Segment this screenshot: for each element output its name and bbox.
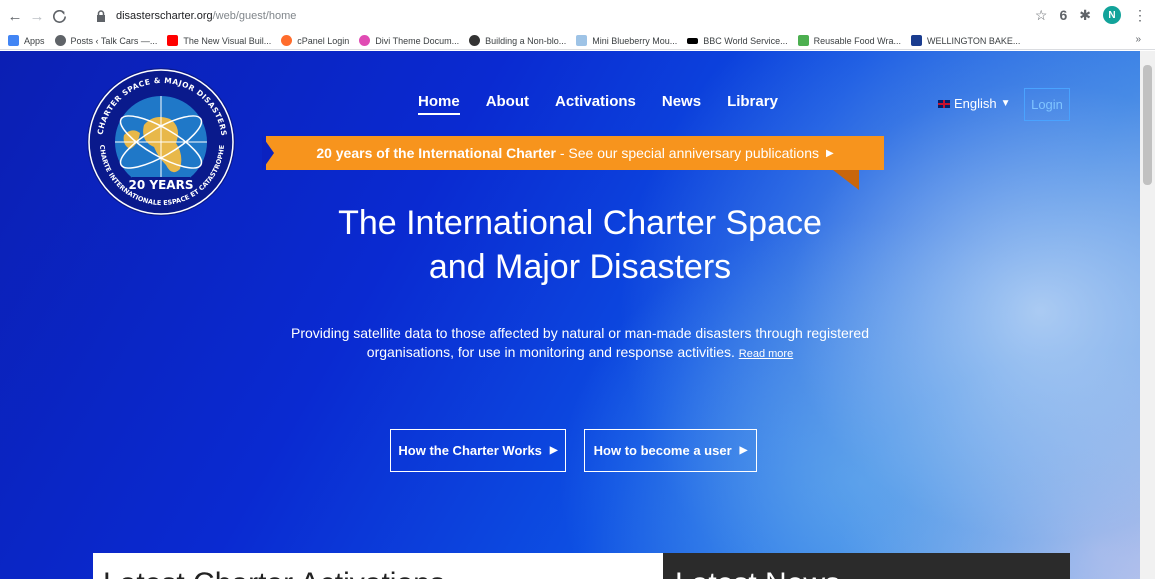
language-label: English xyxy=(954,96,997,111)
banner-fold xyxy=(833,170,859,190)
blueberry-icon xyxy=(576,35,588,46)
nav-about[interactable]: About xyxy=(486,93,529,115)
bookmark-label: Mini Blueberry Mou... xyxy=(592,35,678,46)
youtube-icon xyxy=(167,35,179,46)
bookmark-label: Divi Theme Docum... xyxy=(375,35,460,46)
cta-label: How to become a user xyxy=(593,443,732,458)
language-selector[interactable]: English ▼ xyxy=(938,96,1011,111)
play-triangle-icon: ▶ xyxy=(549,445,558,456)
caret-down-icon: ▼ xyxy=(1000,98,1011,109)
lock-icon xyxy=(96,10,108,22)
bookmark-item[interactable]: Divi Theme Docum... xyxy=(359,35,459,46)
card-heading: Latest News xyxy=(675,567,840,579)
url-host: disasterscharter.org xyxy=(116,10,213,22)
become-user-button[interactable]: How to become a user ▶ xyxy=(584,429,757,472)
bookmarks-overflow-icon[interactable]: » xyxy=(1135,34,1141,45)
page-title: The International Charter Space and Majo… xyxy=(300,201,860,289)
scrollbar-thumb[interactable] xyxy=(1143,65,1152,185)
logo-badge: 20 YEARS xyxy=(129,178,194,192)
cpanel-icon xyxy=(281,35,293,46)
reload-icon[interactable] xyxy=(48,5,70,27)
nav-news[interactable]: News xyxy=(662,93,701,115)
extension-icon[interactable]: 6 xyxy=(1059,7,1067,23)
bookmark-label: Reusable Food Wra... xyxy=(813,35,901,46)
latest-activations-card: Latest Charter Activations xyxy=(93,553,663,579)
bookmark-item[interactable]: The New Visual Buil... xyxy=(167,35,271,46)
login-button[interactable]: Login xyxy=(1024,88,1070,121)
url-path: /web/guest/home xyxy=(212,10,297,22)
bookmark-label: Building a Non-blo... xyxy=(485,35,567,46)
play-triangle-icon: ▶ xyxy=(739,445,748,456)
cta-label: How the Charter Works xyxy=(398,443,542,458)
address-bar[interactable]: disasterscharter.org/web/guest/home xyxy=(96,5,1026,27)
bookmark-item[interactable]: cPanel Login xyxy=(281,35,349,46)
diy-icon xyxy=(797,35,809,46)
bookmark-apps[interactable]: Apps xyxy=(8,35,45,46)
star-icon[interactable]: ☆ xyxy=(1035,7,1048,24)
uk-flag-icon xyxy=(938,99,950,108)
card-heading: Latest Charter Activations xyxy=(103,567,445,579)
bookmark-label: The New Visual Buil... xyxy=(183,35,272,46)
divi-icon xyxy=(359,35,371,46)
title-line-1: The International Charter Space xyxy=(338,204,822,242)
play-triangle-icon: ▶ xyxy=(825,147,834,159)
bookmark-item[interactable]: Posts ‹ Talk Cars —... xyxy=(54,35,158,46)
how-charter-works-button[interactable]: How the Charter Works ▶ xyxy=(390,429,566,472)
apps-grid-icon xyxy=(8,35,19,46)
banner-bold-text: 20 years of the International Charter xyxy=(316,145,556,161)
favicon-icon xyxy=(54,35,66,46)
page-scrollbar[interactable] xyxy=(1140,51,1155,579)
main-nav: Home About Activations News Library xyxy=(418,93,778,115)
menu-icon[interactable]: ⋮ xyxy=(1133,7,1147,24)
charter-logo[interactable]: CHARTER SPACE & MAJOR DISASTERS CHARTE I… xyxy=(84,65,239,220)
bookmark-item[interactable]: Building a Non-blo... xyxy=(469,35,566,46)
title-line-2: and Major Disasters xyxy=(428,248,732,286)
bookmark-item[interactable]: Reusable Food Wra... xyxy=(797,35,901,46)
nav-home[interactable]: Home xyxy=(418,93,460,115)
web-page: CHARTER SPACE & MAJOR DISASTERS CHARTE I… xyxy=(0,51,1155,579)
bbc-icon xyxy=(687,37,699,44)
bookmark-label: Posts ‹ Talk Cars —... xyxy=(70,35,158,46)
hero-section: CHARTER SPACE & MAJOR DISASTERS CHARTE I… xyxy=(0,51,1140,579)
profile-avatar[interactable]: N xyxy=(1103,6,1121,24)
bookmark-label: BBC World Service... xyxy=(703,35,788,46)
browser-toolbar: ← → disasterscharter.org/web/guest/home … xyxy=(0,0,1155,32)
read-more-link[interactable]: Read more xyxy=(739,348,793,360)
hero-description: Providing satellite data to those affect… xyxy=(290,324,870,364)
puzzle-icon[interactable]: ✱ xyxy=(1079,7,1091,24)
latest-news-card: Latest News xyxy=(663,553,1070,579)
anniversary-banner[interactable]: 20 years of the International Charter - … xyxy=(266,136,884,170)
banner-text: - See our special anniversary publicatio… xyxy=(555,145,819,161)
bookmark-item[interactable]: WELLINGTON BAKE... xyxy=(911,35,1020,46)
forward-icon[interactable]: → xyxy=(26,5,48,27)
banner-notch xyxy=(262,136,274,170)
back-icon[interactable]: ← xyxy=(4,5,26,27)
bookmarks-bar: Apps Posts ‹ Talk Cars —... The New Visu… xyxy=(0,32,1155,50)
bookmark-item[interactable]: BBC World Service... xyxy=(687,35,788,46)
nav-activations[interactable]: Activations xyxy=(555,93,636,115)
bookmark-label: Apps xyxy=(24,35,45,46)
bookmark-label: cPanel Login xyxy=(297,35,350,46)
bakery-icon xyxy=(911,35,922,46)
github-icon xyxy=(469,35,481,46)
nav-library[interactable]: Library xyxy=(727,93,778,115)
bookmark-item[interactable]: Mini Blueberry Mou... xyxy=(576,35,677,46)
bookmark-label: WELLINGTON BAKE... xyxy=(927,35,1021,46)
